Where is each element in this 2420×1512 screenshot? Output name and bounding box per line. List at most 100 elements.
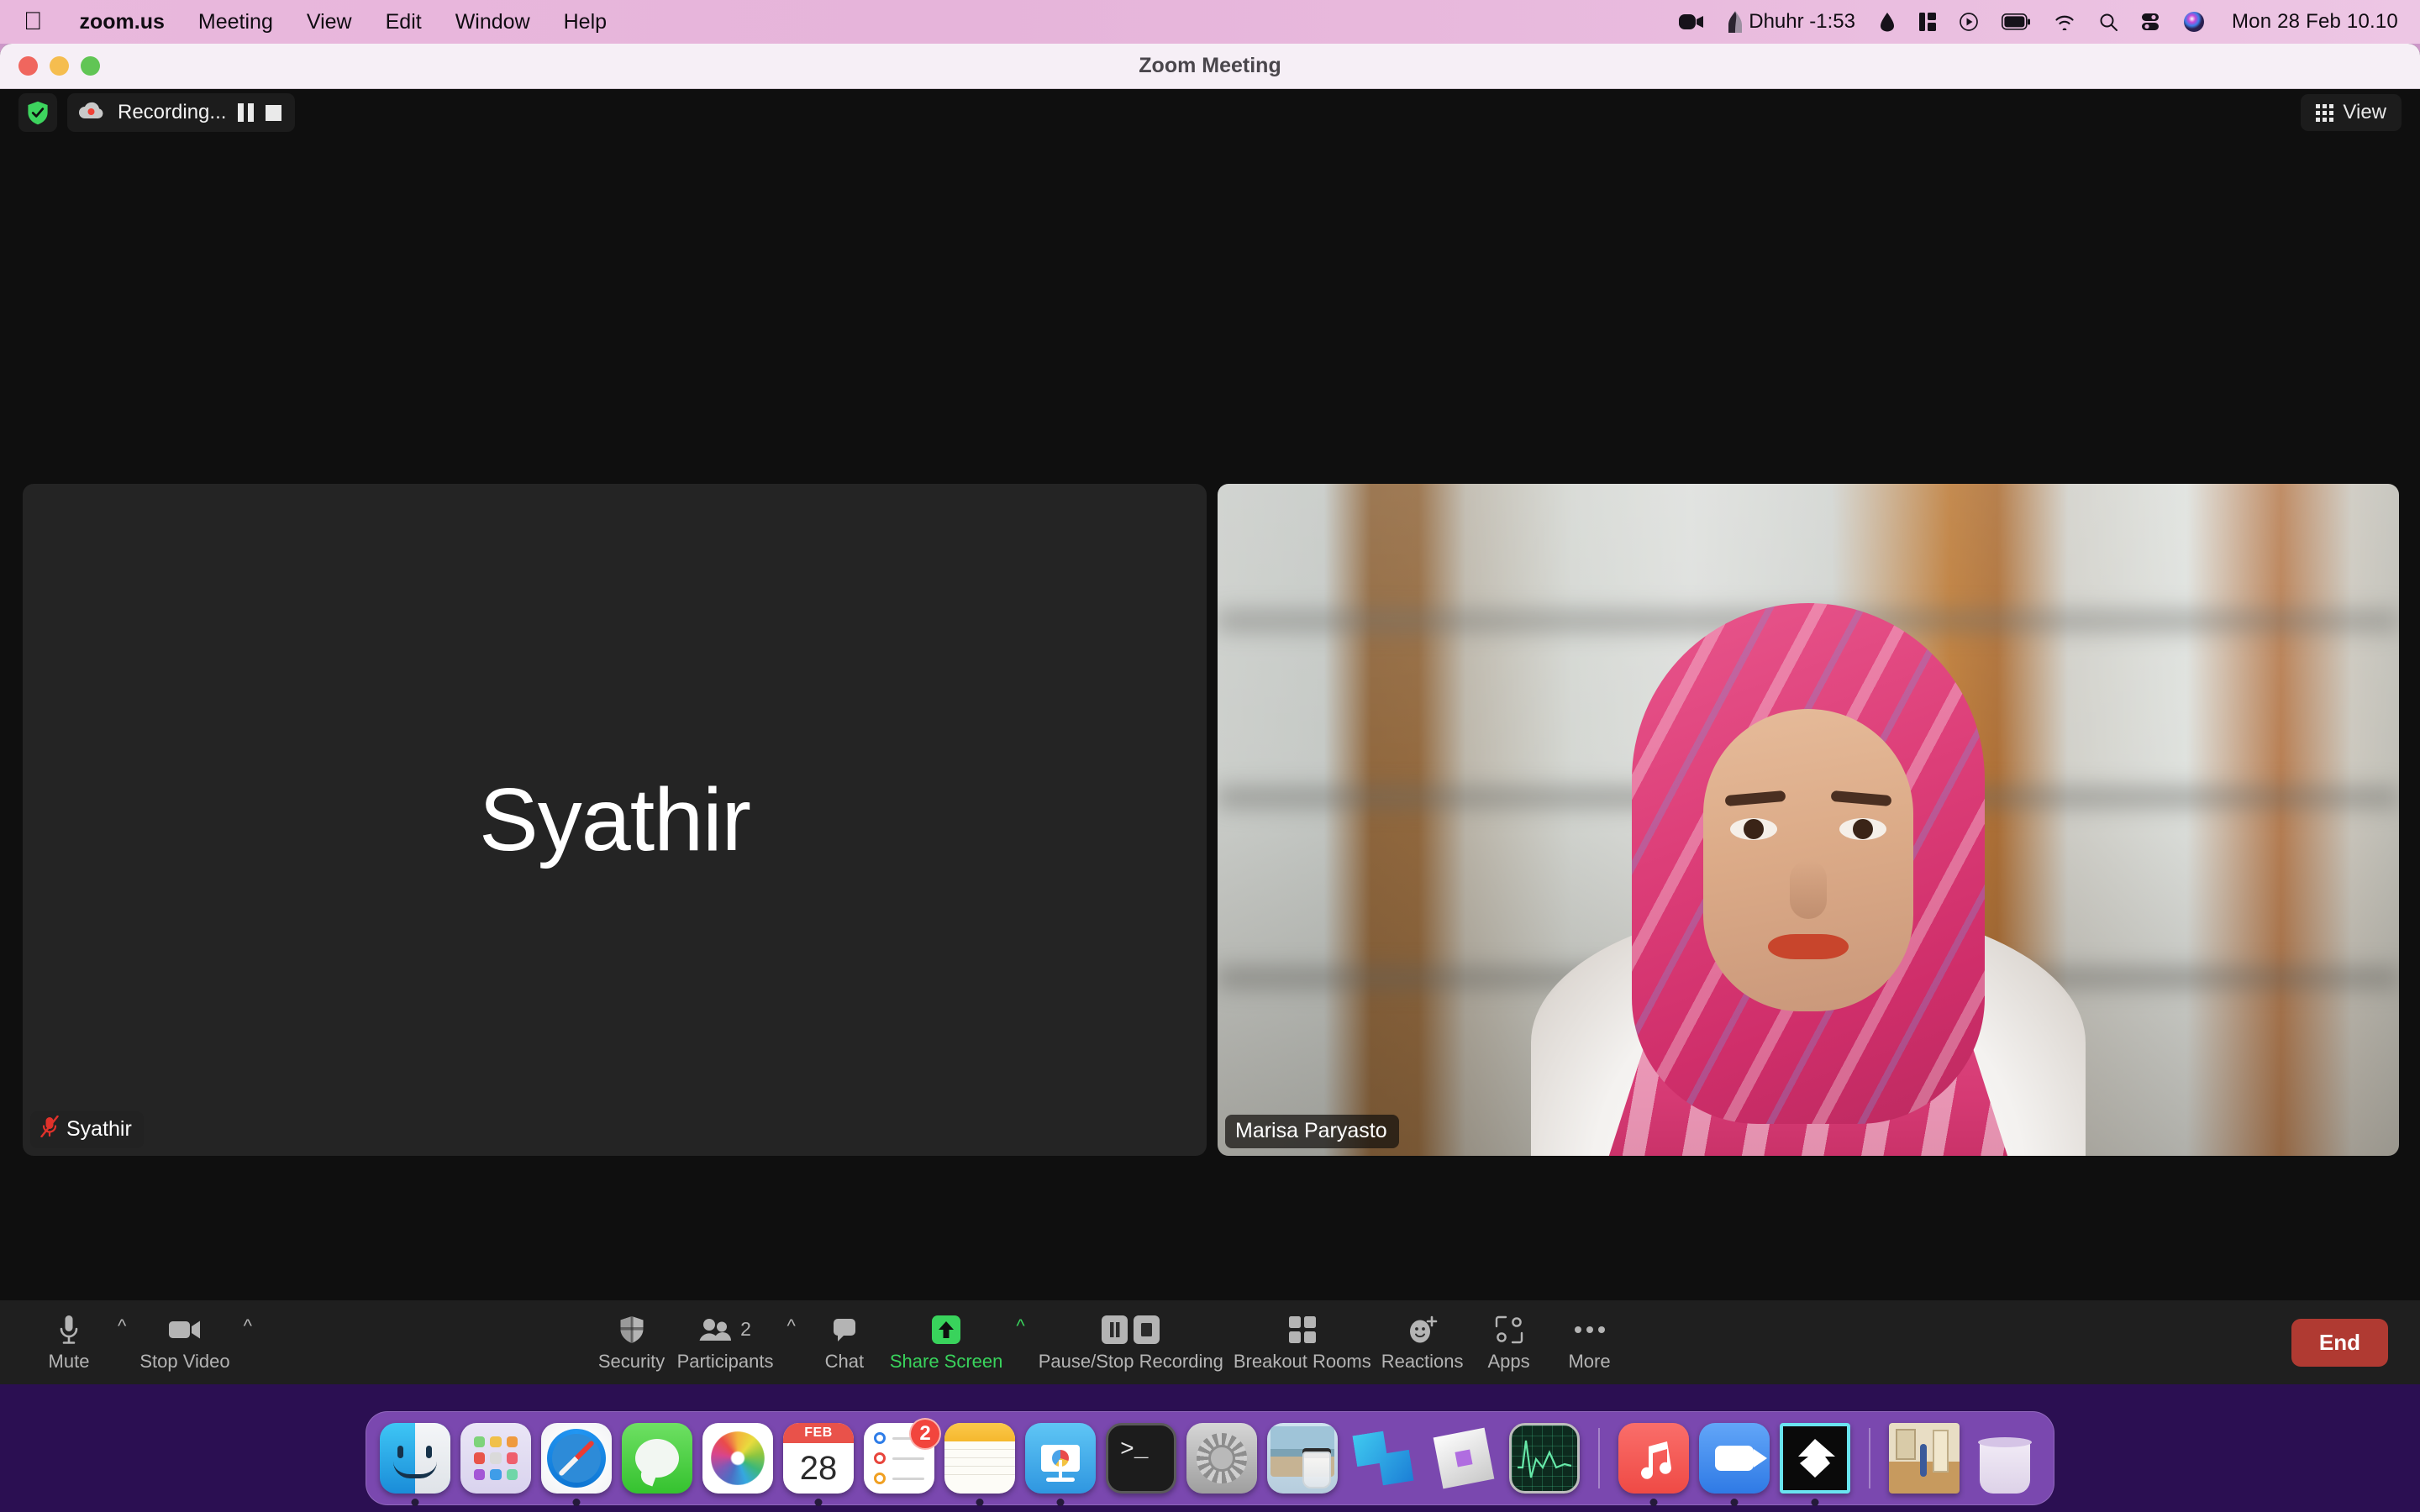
menu-bar-clock[interactable]: Mon 28 Feb 10.10 (2232, 10, 2398, 34)
notes-icon (944, 1423, 1015, 1494)
name-badge-syathir: Syathir (30, 1111, 144, 1148)
apps-button[interactable]: Apps (1469, 1300, 1549, 1384)
end-meeting-button[interactable]: End (2291, 1318, 2388, 1367)
dock-item-reminders[interactable]: 2 (864, 1418, 941, 1494)
recording-label: Recording... (118, 101, 227, 123)
dock-item-keynote[interactable] (1025, 1423, 1096, 1506)
search-icon[interactable] (2099, 13, 2118, 31)
dock-item-terminal[interactable]: >_ (1106, 1423, 1176, 1494)
share-screen-options-caret[interactable]: ^ (1007, 1317, 1033, 1336)
menu-item-meeting[interactable]: Meeting (198, 10, 273, 34)
camera-icon[interactable] (1679, 13, 1704, 30)
dock-item-trash[interactable] (1970, 1423, 2040, 1494)
siri-icon[interactable] (2183, 11, 2205, 33)
battery-icon[interactable] (2001, 13, 2030, 30)
view-button-label: View (2343, 101, 2386, 123)
play-circle-icon[interactable] (1960, 13, 1978, 31)
view-button[interactable]: View (2301, 94, 2402, 131)
dock-item-finder[interactable] (380, 1423, 450, 1506)
participants-button-label: Participants (676, 1350, 774, 1372)
stop-video-button[interactable]: Stop Video (134, 1300, 234, 1384)
pause-recording-button[interactable] (238, 103, 255, 122)
menu-item-window[interactable]: Window (455, 10, 530, 34)
mute-button[interactable]: Mute (29, 1300, 109, 1384)
window-title: Zoom Meeting (1139, 54, 1281, 77)
control-center-icon[interactable] (2141, 13, 2160, 31)
prayer-time-status[interactable]: Dhuhr -1:53 (1728, 10, 1855, 34)
name-badge-label: Syathir (66, 1117, 132, 1141)
bell-icon[interactable] (1879, 12, 1896, 32)
dock-item-safari[interactable] (541, 1423, 612, 1506)
roblox-icon (1428, 1423, 1499, 1494)
macos-menu-bar:  zoom.us Meeting View Edit Window Help … (0, 0, 2420, 44)
grid-icon (2316, 103, 2334, 122)
more-button[interactable]: More (1549, 1300, 1630, 1384)
dock-item-launchpad[interactable] (460, 1423, 531, 1494)
video-tile-grid: Syathir Syathir Marisa Paryasto (23, 484, 2399, 1156)
share-screen-button[interactable]: Share Screen (885, 1300, 1008, 1384)
video-camera-icon (168, 1313, 202, 1347)
photos-icon (702, 1423, 773, 1494)
apple-menu-icon[interactable]:  (24, 9, 43, 34)
more-ellipsis-icon (1574, 1313, 1606, 1347)
video-tile-marisa[interactable]: Marisa Paryasto (1218, 484, 2399, 1156)
pause-stop-recording-icon (1101, 1313, 1160, 1347)
share-screen-icon (931, 1313, 961, 1347)
menu-item-zoom-us[interactable]: zoom.us (80, 10, 165, 34)
dock-item-photos[interactable] (702, 1423, 773, 1494)
dock-item-music[interactable] (1618, 1423, 1689, 1506)
menu-item-help[interactable]: Help (564, 10, 607, 34)
audio-options-caret[interactable]: ^ (109, 1317, 134, 1336)
menu-item-view[interactable]: View (307, 10, 352, 34)
stage-manager-icon[interactable] (1918, 13, 1936, 31)
dock-item-zoom[interactable] (1699, 1423, 1770, 1506)
menu-item-edit[interactable]: Edit (386, 10, 422, 34)
running-indicator (814, 1499, 823, 1506)
zoom-meeting-window: Zoom Meeting Recording... View Syathir S… (0, 44, 2420, 1384)
system-preferences-icon (1186, 1423, 1257, 1494)
dock-item-gamemaker[interactable] (1780, 1423, 1850, 1506)
reactions-button[interactable]: Reactions (1376, 1300, 1469, 1384)
meeting-stage: Recording... View Syathir Syathir Marisa… (0, 89, 2420, 1384)
gamemaker-icon (1780, 1423, 1850, 1494)
calendar-month: FEB (783, 1423, 854, 1443)
calendar-day: 28 (799, 1449, 838, 1487)
reminders-badge: 2 (909, 1418, 941, 1450)
stop-video-button-label: Stop Video (139, 1350, 230, 1372)
dock-item-roblox-studio[interactable] (1348, 1423, 1418, 1494)
participants-button[interactable]: 2 Participants (672, 1300, 779, 1384)
shield-icon (619, 1313, 644, 1347)
dock-item-notes[interactable] (944, 1423, 1015, 1506)
apps-icon (1495, 1313, 1523, 1347)
dock-item-activity-monitor[interactable] (1509, 1423, 1580, 1494)
video-tile-syathir[interactable]: Syathir Syathir (23, 484, 1207, 1156)
messages-icon (622, 1423, 692, 1494)
encryption-shield-button[interactable] (18, 93, 57, 132)
security-button[interactable]: Security (592, 1300, 672, 1384)
dock-item-preview[interactable] (1267, 1423, 1338, 1494)
stop-recording-button[interactable] (266, 104, 282, 121)
chat-button-label: Chat (824, 1350, 865, 1372)
dock-item-calendar[interactable]: FEB 28 (783, 1423, 854, 1506)
breakout-rooms-button-label: Breakout Rooms (1233, 1350, 1371, 1372)
music-icon (1618, 1423, 1689, 1494)
video-options-caret[interactable]: ^ (235, 1317, 260, 1336)
dock-item-messages[interactable] (622, 1423, 692, 1494)
cloud-record-icon (77, 101, 106, 125)
tile-placeholder-name: Syathir (479, 769, 751, 869)
calendar-icon: FEB 28 (783, 1423, 854, 1494)
reactions-button-label: Reactions (1381, 1350, 1464, 1372)
preview-icon (1267, 1423, 1338, 1494)
chat-button[interactable]: Chat (804, 1300, 885, 1384)
wifi-icon[interactable] (2054, 13, 2075, 30)
dock-item-system-preferences[interactable] (1186, 1423, 1257, 1494)
roblox-studio-icon (1348, 1423, 1418, 1494)
breakout-rooms-button[interactable]: Breakout Rooms (1228, 1300, 1376, 1384)
participants-options-caret[interactable]: ^ (779, 1317, 804, 1336)
participant-video-feed (1218, 484, 2399, 1156)
trash-icon (1970, 1423, 2040, 1494)
pause-stop-recording-button[interactable]: Pause/Stop Recording (1034, 1300, 1228, 1384)
dock-item-roblox[interactable] (1428, 1423, 1499, 1494)
prayer-time-label: Dhuhr -1:53 (1749, 10, 1855, 33)
dock-item-minimized-window[interactable] (1889, 1423, 1960, 1494)
